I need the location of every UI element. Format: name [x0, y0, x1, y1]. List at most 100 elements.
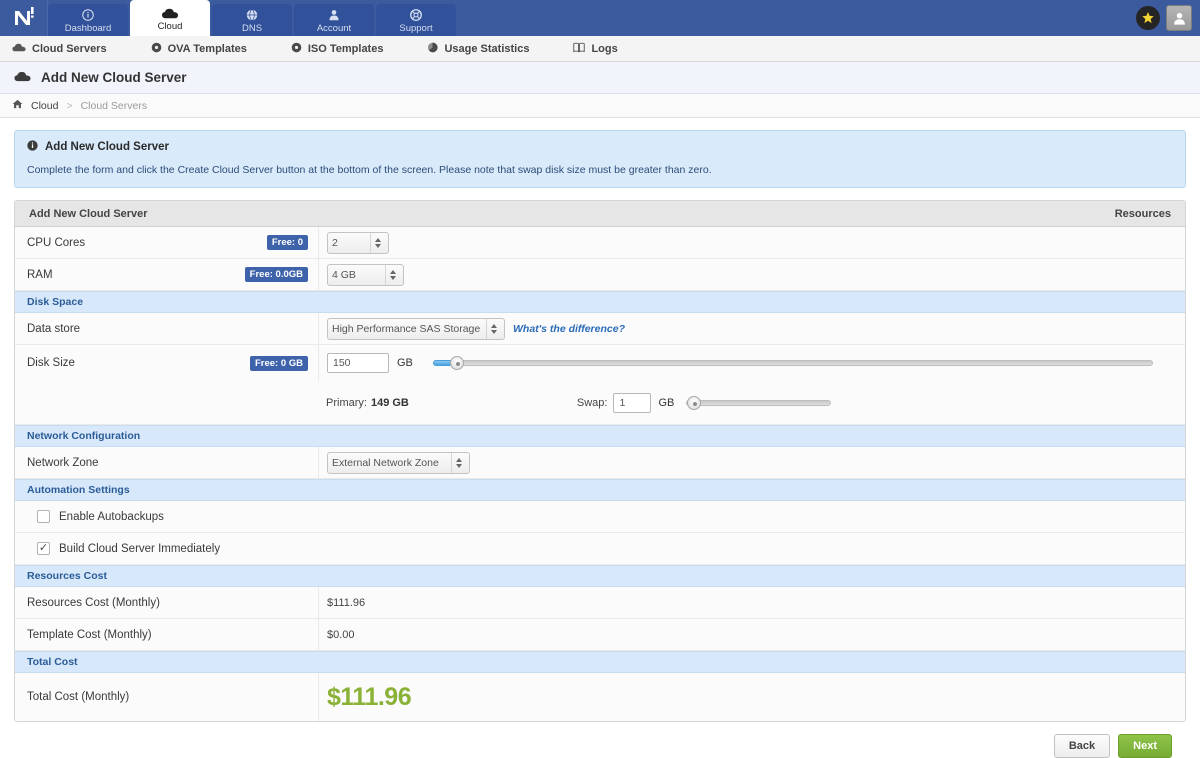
form-panel-title: Add New Cloud Server — [29, 207, 148, 220]
breadcrumb-item-cloud[interactable]: Cloud — [31, 100, 58, 112]
next-button[interactable]: Next — [1118, 734, 1172, 758]
network-zone-label-cell: Network Zone — [15, 457, 318, 469]
total-cost-value-cell: $111.96 — [318, 673, 1185, 721]
row-cpu-cores: CPU Cores Free: 0 2 — [15, 227, 1185, 259]
resources-cost-value-cell: $111.96 — [318, 587, 1185, 618]
swap-size-label: Swap: — [576, 396, 608, 409]
cpu-cores-label: CPU Cores — [27, 236, 86, 249]
tab-dashboard[interactable]: Dashboard — [48, 4, 128, 36]
tab-support[interactable]: Support — [376, 4, 456, 36]
slider-track — [686, 399, 832, 406]
subnav-label: OVA Templates — [167, 42, 247, 55]
data-store-select[interactable]: High Performance SAS Storage — [327, 317, 505, 340]
form-panel-header: Add New Cloud Server Resources — [15, 201, 1185, 227]
enable-autobackups-checkbox[interactable] — [37, 510, 50, 523]
subnav-item-usage-statistics[interactable]: Usage Statistics — [427, 42, 529, 56]
subnav-label: Cloud Servers — [32, 42, 107, 55]
info-panel-text: Complete the form and click the Create C… — [27, 164, 712, 176]
disk-size-label-cell: Disk Size Free: 0 GB — [15, 355, 318, 371]
info-circle-icon — [27, 140, 38, 154]
section-header-network-configuration: Network Configuration — [15, 425, 1185, 447]
info-panel-title-row: Add New Cloud Server — [27, 140, 1173, 154]
row-resources-cost: Resources Cost (Monthly) $111.96 — [15, 587, 1185, 619]
ram-value: 4 GB — [332, 268, 356, 281]
favorites-star-button[interactable] — [1136, 6, 1160, 30]
subnav-item-iso-templates[interactable]: ISO Templates — [291, 42, 384, 56]
tab-account[interactable]: Account — [294, 4, 374, 36]
arrow-up-icon — [455, 457, 462, 462]
subnav-item-ova-templates[interactable]: OVA Templates — [151, 42, 247, 56]
build-immediately-checkbox-row[interactable]: ✓ Build Cloud Server Immediately — [15, 542, 220, 555]
data-store-value: High Performance SAS Storage — [332, 322, 481, 335]
subnav-label: ISO Templates — [307, 42, 384, 55]
row-data-store: Data store High Performance SAS Storage … — [15, 313, 1185, 345]
page-title: Add New Cloud Server — [41, 70, 187, 85]
disk-size-input[interactable] — [327, 353, 389, 373]
breadcrumb: Cloud > Cloud Servers — [0, 94, 1200, 118]
cpu-cores-free-badge: Free: 0 — [266, 235, 308, 250]
arrow-up-icon — [374, 237, 381, 242]
cpu-cores-value: 2 — [332, 236, 338, 249]
subnav-item-logs[interactable]: Logs — [573, 42, 618, 56]
cpu-cores-control-cell: 2 — [318, 227, 1185, 258]
build-immediately-checkbox[interactable]: ✓ — [37, 542, 50, 555]
tab-dns[interactable]: DNS — [212, 4, 292, 36]
row-total-cost: Total Cost (Monthly) $111.96 — [15, 673, 1185, 721]
network-zone-label: Network Zone — [27, 456, 99, 469]
arrow-down-icon — [455, 463, 462, 468]
stepper-arrows-icon[interactable] — [370, 232, 384, 253]
template-cost-label: Template Cost (Monthly) — [27, 628, 152, 641]
person-icon — [1173, 12, 1185, 25]
disc-icon — [151, 42, 162, 56]
cpu-cores-select[interactable]: 2 — [327, 231, 389, 254]
swap-size-input[interactable] — [613, 392, 652, 413]
tab-label: Account — [316, 22, 352, 34]
tab-cloud[interactable]: Cloud — [130, 0, 210, 36]
row-disk-size: Disk Size Free: 0 GB GB — [15, 345, 1185, 381]
arrow-up-icon — [389, 269, 396, 274]
breadcrumb-separator: > — [66, 99, 73, 112]
stepper-arrows-icon[interactable] — [486, 318, 500, 339]
primary-size-value: 149 GB — [370, 396, 409, 409]
book-icon — [573, 42, 586, 56]
slider-handle[interactable] — [686, 395, 701, 410]
brand-logo[interactable] — [0, 0, 48, 36]
add-cloud-server-form-panel: Add New Cloud Server Resources CPU Cores… — [14, 200, 1186, 722]
stepper-arrows-icon[interactable] — [451, 452, 465, 473]
user-avatar-button[interactable] — [1166, 5, 1192, 31]
template-cost-label-cell: Template Cost (Monthly) — [15, 629, 318, 641]
swap-size-slider[interactable] — [686, 394, 832, 412]
stepper-arrows-icon[interactable] — [385, 264, 399, 285]
network-zone-control-cell: External Network Zone — [318, 447, 1185, 478]
tab-label: Support — [399, 22, 433, 34]
ram-select[interactable]: 4 GB — [327, 263, 404, 286]
data-store-label: Data store — [27, 322, 81, 335]
main-content: Add New Cloud Server Complete the form a… — [0, 118, 1200, 758]
enable-autobackups-checkbox-row[interactable]: Enable Autobackups — [15, 510, 164, 523]
row-primary-swap: Primary: 149 GB Swap: GB — [15, 381, 1185, 425]
template-cost-value-cell: $0.00 — [318, 619, 1185, 650]
template-cost-value: $0.00 — [327, 628, 355, 641]
pie-chart-icon — [427, 42, 439, 56]
form-panel-resources-label: Resources — [1114, 207, 1171, 220]
back-button[interactable]: Back — [1053, 734, 1111, 758]
disk-size-slider[interactable] — [432, 354, 1153, 372]
network-zone-value: External Network Zone — [332, 456, 439, 469]
whats-the-difference-link[interactable]: What's the difference? — [513, 323, 625, 335]
disk-size-control-cell: GB — [318, 345, 1185, 381]
subnav-item-cloud-servers[interactable]: Cloud Servers — [12, 43, 107, 55]
row-template-cost: Template Cost (Monthly) $0.00 — [15, 619, 1185, 651]
form-footer: Back Next — [14, 722, 1186, 758]
globe-icon — [246, 9, 258, 22]
build-immediately-label: Build Cloud Server Immediately — [59, 542, 221, 555]
network-zone-select[interactable]: External Network Zone — [327, 451, 470, 474]
total-cost-label-cell: Total Cost (Monthly) — [15, 691, 318, 703]
row-ram: RAM Free: 0.0GB 4 GB — [15, 259, 1185, 291]
arrow-up-icon — [490, 323, 497, 328]
cloud-icon — [14, 71, 31, 85]
secondary-navigation: Cloud Servers OVA Templates ISO Template… — [0, 36, 1200, 62]
tab-label: Cloud — [157, 20, 183, 32]
slider-handle[interactable] — [449, 356, 464, 370]
row-network-zone: Network Zone External Network Zone — [15, 447, 1185, 479]
info-panel-title: Add New Cloud Server — [45, 141, 169, 153]
